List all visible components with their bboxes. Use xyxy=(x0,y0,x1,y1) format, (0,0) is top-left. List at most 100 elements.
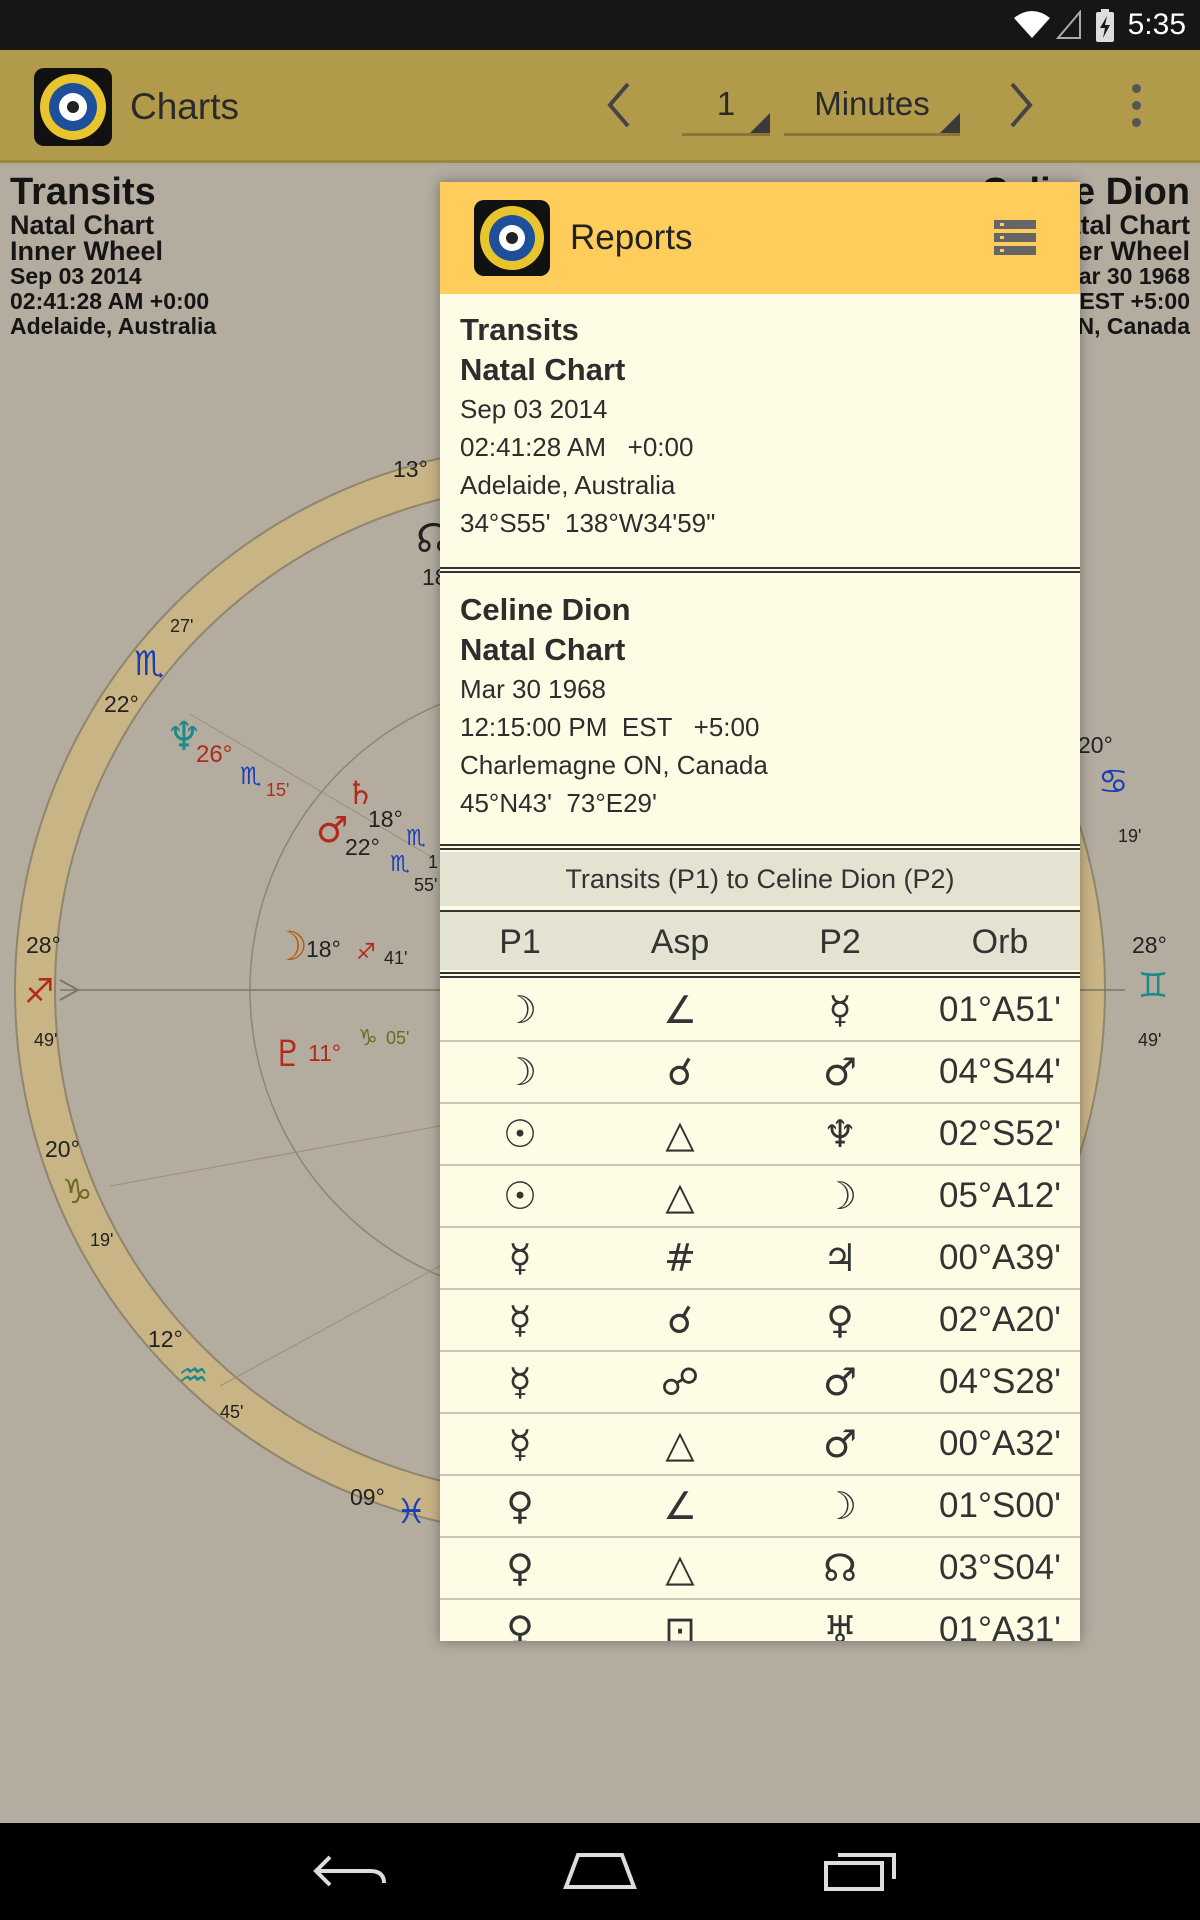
inner-date: Sep 03 2014 xyxy=(10,263,142,289)
table-row[interactable]: ☿ # ♃ 00°A39' xyxy=(440,1228,1080,1290)
p1-title: Transits xyxy=(460,312,579,347)
battery-charging-icon xyxy=(1096,9,1114,42)
table-row[interactable]: ☽ ∠ ☿ 01°A51' xyxy=(440,980,1080,1042)
dropdown-triangle-icon xyxy=(750,113,770,133)
p2-glyph: ♅ xyxy=(822,1608,858,1641)
app-logo-icon xyxy=(474,200,550,276)
table-row[interactable]: ☿ ☍ ♂ 04°S28' xyxy=(440,1352,1080,1414)
orb-value: 02°A20' xyxy=(939,1300,1061,1339)
table-row[interactable]: ☿ ☌ ♀ 02°A20' xyxy=(440,1290,1080,1352)
wheel-label: 22° xyxy=(345,834,380,860)
capricorn-icon: ♑ xyxy=(62,1172,93,1212)
wheel-label: 19' xyxy=(1118,826,1142,846)
wheel-label: 18° xyxy=(306,936,341,962)
wheel-label: 41' xyxy=(384,948,408,968)
table-row[interactable]: ☉ △ ☽ 05°A12' xyxy=(440,1166,1080,1228)
p2-glyph: ♀ xyxy=(826,1298,854,1342)
inner-time: 02:41:28 AM +0:00 xyxy=(10,288,210,314)
aspect-glyph: ☌ xyxy=(667,1298,693,1342)
wheel-label: 49' xyxy=(1138,1030,1162,1050)
table-row[interactable]: ☿ △ ♂ 00°A32' xyxy=(440,1414,1080,1476)
wheel-label: 28° xyxy=(26,932,61,958)
p1-coords: 34°S55' 138°W34'59" xyxy=(460,508,716,538)
p2-details: Celine Dion Natal Chart Mar 30 1968 12:1… xyxy=(440,590,1080,822)
inner-name: Transits xyxy=(10,171,156,213)
orb-value: 04°S44' xyxy=(939,1052,1061,1091)
scorpio-icon: ♏ xyxy=(240,762,262,790)
wheel-label: 1 xyxy=(428,852,439,872)
aspect-glyph: ∠ xyxy=(662,988,698,1032)
table-row[interactable]: ♀ △ ☊ 03°S04' xyxy=(440,1538,1080,1600)
app-title: Charts xyxy=(130,86,239,127)
chevron-left-icon[interactable] xyxy=(604,80,634,130)
home-icon[interactable] xyxy=(560,1849,640,1893)
p2-glyph: ♃ xyxy=(822,1236,858,1280)
p1-type: Natal Chart xyxy=(460,352,626,387)
app-logo-icon[interactable] xyxy=(34,68,112,146)
p2-coords: 45°N43' 73°E29' xyxy=(460,788,657,818)
orb-value: 05°A12' xyxy=(939,1176,1061,1215)
p2-glyph: ♂ xyxy=(822,1360,858,1404)
aspect-glyph: ☍ xyxy=(660,1360,700,1404)
status-time: 5:35 xyxy=(1127,8,1186,41)
p1-glyph: ♀ xyxy=(506,1546,534,1590)
step-amount-value: 1 xyxy=(716,85,736,122)
list-menu-icon[interactable] xyxy=(994,218,1036,258)
orb-value: 02°S52' xyxy=(939,1114,1061,1153)
orb-value: 00°A39' xyxy=(939,1238,1061,1277)
back-icon[interactable] xyxy=(310,1849,390,1893)
saturn-icon: ♄ xyxy=(346,774,375,812)
p1-place: Adelaide, Australia xyxy=(460,470,676,500)
table-row[interactable]: ☽ ☌ ♂ 04°S44' xyxy=(440,1042,1080,1104)
p2-glyph: ♂ xyxy=(822,1050,858,1094)
orb-value: 04°S28' xyxy=(939,1362,1061,1401)
column-header-p2: P2 xyxy=(819,923,861,961)
p1-glyph: ☿ xyxy=(508,1298,532,1342)
p2-type: Natal Chart xyxy=(460,632,626,667)
table-row[interactable]: ♀ ∠ ☽ 01°S00' xyxy=(440,1476,1080,1538)
signal-icon xyxy=(1056,10,1081,39)
aspect-glyph: △ xyxy=(665,1112,695,1156)
p1-glyph: ☽ xyxy=(502,1050,538,1094)
column-header-orb: Orb xyxy=(971,923,1029,961)
table-row[interactable]: ☉ △ ♆ 02°S52' xyxy=(440,1104,1080,1166)
p1-glyph: ☿ xyxy=(508,1422,532,1466)
aspect-table-body: ☽ ∠ ☿ 01°A51' ☽ ☌ ♂ 04°S44' ☉ △ ♆ 02°S52… xyxy=(440,980,1080,1641)
column-header-p1: P1 xyxy=(499,923,541,961)
section-divider xyxy=(440,567,1080,573)
wheel-label: 13° xyxy=(393,456,428,482)
wheel-label: 45' xyxy=(220,1402,244,1422)
orb-value: 01°A31' xyxy=(939,1610,1061,1641)
recent-apps-icon[interactable] xyxy=(820,1849,900,1893)
p1-date: Sep 03 2014 xyxy=(460,394,608,424)
cancer-icon: ♋ xyxy=(1098,762,1129,802)
p1-glyph: ☿ xyxy=(508,1236,532,1280)
sagittarius-icon: ♐ xyxy=(24,972,55,1012)
p2-glyph: ☿ xyxy=(828,988,852,1032)
wheel-label: 49' xyxy=(34,1030,58,1050)
overflow-menu-icon[interactable] xyxy=(1126,84,1146,134)
p1-glyph: ♀ xyxy=(506,1484,534,1528)
aspect-glyph: △ xyxy=(665,1422,695,1466)
orb-value: 01°A51' xyxy=(939,990,1061,1029)
dialog-title: Reports xyxy=(570,218,693,257)
chart-info-inner: Transits Natal Chart Inner Wheel Sep 03 … xyxy=(10,172,216,339)
section-divider xyxy=(440,844,1080,850)
wheel-label: 15' xyxy=(266,780,290,800)
p1-glyph: ☽ xyxy=(502,988,538,1032)
dropdown-triangle-icon xyxy=(940,113,960,133)
scorpio-icon: ♏ xyxy=(134,644,165,684)
step-amount-spinner[interactable]: 1 xyxy=(682,76,770,136)
aspect-glyph: △ xyxy=(665,1174,695,1218)
wheel-label: 12° xyxy=(148,1326,183,1352)
orb-value: 01°S00' xyxy=(939,1486,1061,1525)
wheel-label: 22° xyxy=(104,691,139,717)
chevron-right-icon[interactable] xyxy=(1006,80,1036,130)
step-unit-spinner[interactable]: Minutes xyxy=(784,76,960,136)
p2-title: Celine Dion xyxy=(460,592,631,627)
capricorn-icon: ♑ xyxy=(358,1026,378,1051)
table-row[interactable]: ♀ ⊡ ♅ 01°A31' xyxy=(440,1600,1080,1641)
scorpio-icon: ♏ xyxy=(390,852,410,877)
aspect-glyph: ☌ xyxy=(667,1050,693,1094)
wheel-label: 20° xyxy=(1078,732,1113,758)
